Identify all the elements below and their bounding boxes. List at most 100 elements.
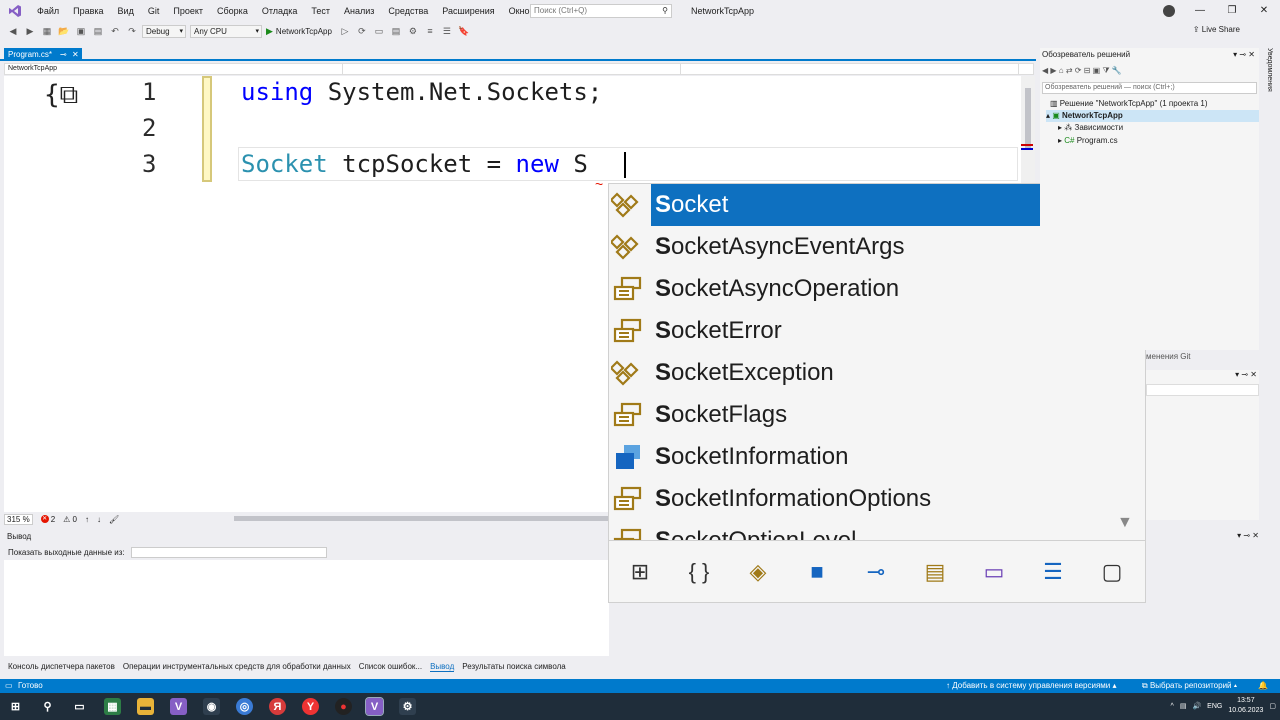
volume-icon[interactable]: 🔊	[1192, 702, 1201, 710]
store-icon[interactable]: ▦	[104, 698, 121, 715]
project-nav-dropdown[interactable]: NetworkTcpApp	[5, 64, 343, 74]
task-view-icon[interactable]: ▭	[71, 698, 88, 715]
tab-output[interactable]: Вывод	[430, 662, 455, 672]
git-changes-tab[interactable]: менения Git	[1146, 352, 1190, 361]
pin-icon[interactable]: ⊸	[1241, 370, 1248, 379]
completion-item[interactable]: SocketFlags	[609, 394, 1109, 436]
snippet-filter-icon[interactable]: ☰	[1036, 555, 1070, 589]
tray-overflow-icon[interactable]: ^	[1171, 703, 1174, 710]
close-icon[interactable]: ✕	[1252, 531, 1259, 540]
back-icon[interactable]: ◀	[6, 24, 20, 38]
tab-find-symbol-results[interactable]: Результаты поиска символа	[462, 662, 565, 671]
settings-icon[interactable]: ⚙	[399, 698, 416, 715]
search-icon[interactable]: ⚲	[39, 698, 56, 715]
home-icon[interactable]: ⌂	[1059, 66, 1064, 75]
filter-icon[interactable]: ⧩	[1102, 66, 1109, 75]
tab-package-manager-console[interactable]: Консоль диспетчера пакетов	[8, 662, 115, 671]
yandex-browser-icon[interactable]: Я	[269, 698, 286, 715]
pin-icon[interactable]: ⊸	[1239, 50, 1246, 59]
bell-icon[interactable]: 🔔	[1258, 679, 1268, 693]
struct-filter-icon[interactable]: ■	[800, 555, 834, 589]
select-repository-button[interactable]: ⧉ Выбрать репозиторий ▴	[1142, 679, 1237, 693]
tree-item-project[interactable]: ▴ ▣ NetworkTcpApp	[1046, 110, 1259, 122]
hot-reload-icon[interactable]: ⟳	[355, 24, 369, 38]
dropdown-icon[interactable]: ▾	[1237, 531, 1241, 540]
solution-search-input[interactable]: Обозреватель решений — поиск (Ctrl+;)	[1042, 82, 1257, 94]
notifications-icon[interactable]: ▢	[1269, 702, 1276, 710]
new-project-icon[interactable]: ▦	[40, 24, 54, 38]
restore-icon[interactable]: ❐	[1216, 0, 1248, 22]
back-icon[interactable]: ◀	[1042, 66, 1048, 75]
menu-analyze[interactable]: Анализ	[337, 0, 381, 22]
completion-item[interactable]: SocketException	[609, 352, 1109, 394]
enum-filter-icon[interactable]: ▤	[918, 555, 952, 589]
platform-select[interactable]: Any CPU	[190, 24, 262, 38]
properties-icon[interactable]: 🔧	[1112, 66, 1122, 75]
nav-up-icon[interactable]: ↑	[85, 515, 89, 524]
save-icon[interactable]: ▣	[74, 24, 88, 38]
interface-filter-icon[interactable]: ⊸	[859, 555, 893, 589]
bookmark-icon[interactable]: 🔖	[457, 24, 471, 38]
scroll-down-icon[interactable]: ▼	[1117, 514, 1133, 532]
completion-item[interactable]: SocketAsyncOperation	[609, 268, 1109, 310]
language-indicator[interactable]: ENG	[1207, 703, 1222, 710]
warning-count[interactable]: ⚠ 0	[63, 515, 77, 524]
completion-item[interactable]: SocketInformation	[609, 436, 1109, 478]
output-text-area[interactable]	[4, 560, 609, 656]
add-using-filter-icon[interactable]: ⊞	[623, 555, 657, 589]
comment-icon[interactable]: ☰	[440, 24, 454, 38]
layout-icon[interactable]: ▤	[389, 24, 403, 38]
live-share-button[interactable]: ⇪ Live Share	[1193, 25, 1240, 34]
menu-edit[interactable]: Правка	[66, 0, 110, 22]
tab-error-list[interactable]: Список ошибок...	[359, 662, 422, 671]
completion-item[interactable]: SocketInformationOptions	[609, 478, 1109, 520]
dropdown-icon[interactable]: ▾	[1235, 370, 1239, 379]
cleanup-icon[interactable]: 🖌	[109, 515, 119, 524]
delegate-filter-icon[interactable]: ▭	[977, 555, 1011, 589]
visual-studio-icon[interactable]: V	[170, 698, 187, 715]
search-input[interactable]: Поиск (Ctrl+Q) ⚲	[530, 4, 672, 18]
code-lens-icon[interactable]: {⧉	[44, 80, 78, 111]
close-icon[interactable]: ✕	[1248, 0, 1280, 22]
close-icon[interactable]: ✕	[1250, 370, 1257, 379]
menu-project[interactable]: Проект	[166, 0, 210, 22]
browser-icon[interactable]: ◉	[203, 698, 220, 715]
run-button[interactable]: ▶ NetworkTcpApp	[266, 26, 332, 37]
completion-item[interactable]: SocketError	[609, 310, 1109, 352]
visual-studio-logo-icon[interactable]	[0, 0, 30, 22]
visual-studio-active-icon[interactable]: V	[365, 697, 384, 716]
output-source-select[interactable]	[130, 546, 327, 558]
completion-item[interactable]: Socket	[609, 184, 1109, 226]
pin-icon[interactable]: ⊸	[1243, 531, 1250, 540]
undo-icon[interactable]: ↶	[108, 24, 122, 38]
menu-build[interactable]: Сборка	[210, 0, 255, 22]
tree-item-solution[interactable]: ▥ Решение "NetworkTcpApp" (1 проекта 1)	[1050, 98, 1208, 110]
align-icon[interactable]: ≡	[423, 24, 437, 38]
completion-item[interactable]: SocketAsyncEventArgs	[609, 226, 1109, 268]
menu-file[interactable]: Файл	[30, 0, 66, 22]
forward-icon[interactable]: ▶	[23, 24, 37, 38]
nav-down-icon[interactable]: ↓	[97, 515, 101, 524]
save-all-icon[interactable]: ▤	[91, 24, 105, 38]
forward-icon[interactable]: ▶	[1050, 66, 1056, 75]
close-icon[interactable]: ✕	[1248, 50, 1255, 59]
config-select[interactable]: Debug	[142, 24, 186, 38]
clock[interactable]: 13:57 10.06.2023	[1228, 696, 1263, 716]
recorder-icon[interactable]: ●	[335, 698, 352, 715]
class-filter-icon[interactable]: ◈	[741, 555, 775, 589]
file-explorer-icon[interactable]: ▬	[137, 698, 154, 715]
avatar[interactable]	[1163, 5, 1175, 17]
browser-icon[interactable]: ▭	[372, 24, 386, 38]
tree-item-program-cs[interactable]: ▸ C# Program.cs	[1058, 135, 1118, 147]
network-icon[interactable]: ▤	[1180, 702, 1187, 710]
switch-views-icon[interactable]: ⇄	[1066, 66, 1073, 75]
settings-icon[interactable]: ⚙	[406, 24, 420, 38]
sync-icon[interactable]: ⟳	[1075, 66, 1082, 75]
type-nav-dropdown[interactable]	[343, 64, 681, 74]
tree-item-dependencies[interactable]: ▸ ⁂ Зависимости	[1058, 122, 1123, 134]
menu-tools[interactable]: Средства	[381, 0, 435, 22]
menu-test[interactable]: Тест	[304, 0, 337, 22]
redo-icon[interactable]: ↷	[125, 24, 139, 38]
minimize-icon[interactable]: —	[1184, 0, 1216, 22]
start-without-debug-icon[interactable]: ▷	[338, 24, 352, 38]
